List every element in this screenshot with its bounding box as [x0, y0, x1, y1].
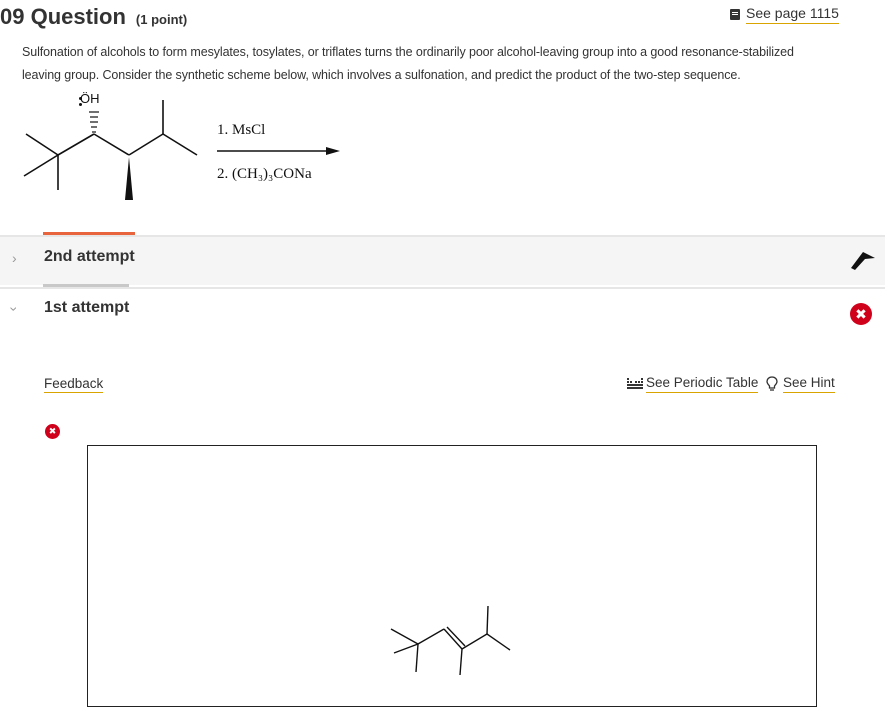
wedge-bond	[125, 157, 133, 200]
attempt-label: 2nd attempt	[44, 248, 135, 265]
question-text-line: leaving group. Consider the synthetic sc…	[22, 68, 741, 82]
periodic-table-icon	[627, 378, 643, 389]
question-number: 09 Question	[0, 4, 126, 29]
feedback-link[interactable]: Feedback	[44, 376, 104, 393]
reagent-step-2: 2. (CH₃)₃CONa	[217, 166, 312, 182]
reaction-scheme	[23, 100, 340, 200]
hint-link[interactable]: See Hint	[766, 375, 835, 393]
answer-structure	[390, 605, 511, 676]
lone-pair-dot	[79, 97, 82, 100]
attempt-label: 1st attempt	[44, 299, 130, 316]
book-icon	[730, 9, 740, 20]
see-page-link[interactable]: See page 1115	[730, 5, 839, 24]
lightbulb-icon	[766, 376, 778, 391]
question-header: 09 Question (1 point)	[0, 4, 187, 30]
attempt-row-1st[interactable]: › 1st attempt	[0, 289, 885, 329]
error-x-icon: ✖	[45, 424, 60, 439]
periodic-table-link[interactable]: See Periodic Table	[627, 375, 759, 393]
attempt-row-2nd[interactable]: › 2nd attempt	[0, 237, 885, 285]
hashed-bond	[89, 111, 99, 133]
arrow-head	[326, 147, 340, 155]
chevron-down-icon: ›	[6, 306, 23, 312]
lone-pair-dot	[79, 103, 82, 106]
oh-label: ÖH	[80, 91, 100, 106]
question-text: Sulfonation of alcohols to form mesylate…	[22, 41, 842, 87]
see-page-label: See page 1115	[746, 5, 839, 24]
hint-label: See Hint	[783, 375, 835, 393]
reagent-step-1: 1. MsCl	[217, 122, 266, 138]
periodic-table-label: See Periodic Table	[646, 375, 759, 393]
answer-drawing-canvas[interactable]	[87, 445, 817, 707]
starting-material-structure	[23, 100, 198, 190]
question-text-line: Sulfonation of alcohols to form mesylate…	[22, 45, 794, 59]
flag-icon[interactable]	[848, 249, 878, 271]
chevron-right-icon: ›	[12, 250, 17, 266]
question-points: (1 point)	[135, 12, 188, 27]
error-x-icon: ✖	[850, 303, 872, 325]
